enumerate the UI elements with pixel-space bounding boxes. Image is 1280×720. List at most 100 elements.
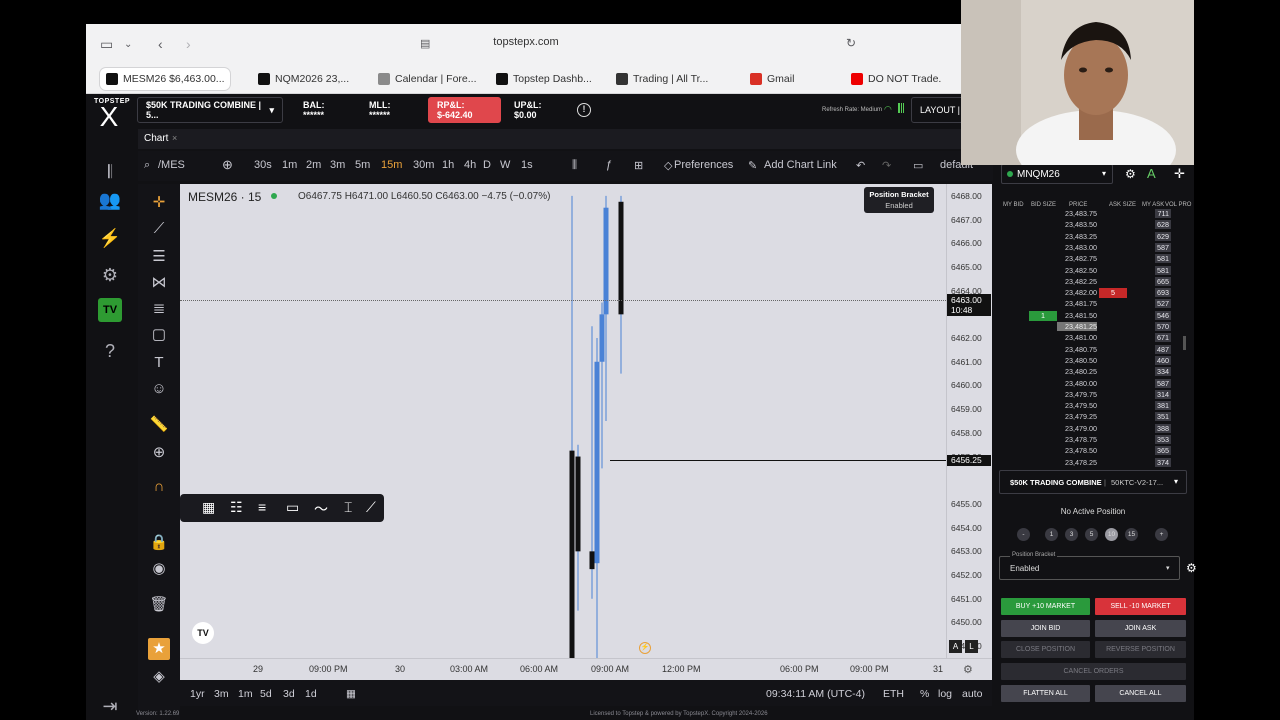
close-tab-icon[interactable]: × <box>172 133 177 143</box>
add-compare-icon[interactable]: ⊕ <box>222 157 233 173</box>
range-button[interactable]: 3d <box>283 688 295 700</box>
position-line[interactable] <box>610 460 946 461</box>
lines-icon[interactable]: ☰ <box>148 246 170 268</box>
fib-icon[interactable]: ≣ <box>148 298 170 320</box>
position-bracket-badge[interactable]: Position Bracket Enabled <box>864 187 934 213</box>
dom-row[interactable]: 23,478.75 353 <box>999 435 1194 446</box>
favorites-star-icon[interactable]: ★ <box>148 638 170 660</box>
dom-row[interactable]: 23,483.50 628 <box>999 220 1194 231</box>
emoji-icon[interactable]: ☺ <box>148 378 170 400</box>
bracket-select[interactable]: Position Bracket Enabled ▾ <box>999 552 1180 580</box>
auto-center-icon[interactable]: A <box>1147 166 1156 181</box>
link-icon[interactable]: ✎ <box>748 159 757 172</box>
range-button[interactable]: 3m <box>214 688 229 700</box>
forward-icon[interactable]: › <box>186 36 191 52</box>
dom-row[interactable]: 23,483.25 629 <box>999 231 1194 243</box>
timeframe-button[interactable]: 15m <box>381 159 402 171</box>
preferences-icon[interactable]: ◇ <box>664 159 672 172</box>
grid-tool-icon[interactable]: ▦ <box>202 499 215 516</box>
flatten-all-button[interactable]: FLATTEN ALL <box>1001 685 1090 702</box>
dom-row[interactable]: 23,483.75 711 <box>999 209 1194 220</box>
range-button[interactable]: 1yr <box>190 688 205 700</box>
range-button[interactable]: 1m <box>238 688 253 700</box>
redo-icon[interactable]: ↷ <box>882 159 891 172</box>
percent-toggle[interactable]: % <box>920 688 929 700</box>
help-icon[interactable]: ? <box>98 339 122 363</box>
symbol-search[interactable]: /MES <box>158 159 185 171</box>
log-toggle[interactable]: log <box>938 688 952 700</box>
date-range-icon[interactable]: ▦ <box>346 688 356 700</box>
tradingview-logo[interactable]: TV <box>192 622 214 644</box>
zoom-icon[interactable]: ⊕ <box>148 442 170 464</box>
text-tool-icon[interactable]: ⌶ <box>344 499 352 516</box>
quantity-button[interactable]: - <box>1017 528 1030 541</box>
clock-display[interactable]: 09:34:11 AM (UTC-4) <box>766 688 865 700</box>
hlines-tool-icon[interactable]: ☷ <box>230 499 243 516</box>
browser-tab[interactable]: Gmail <box>750 68 810 90</box>
dom-row[interactable]: 23,481.00 671 <box>999 333 1194 344</box>
rect-tool-icon[interactable]: ▭ <box>286 499 299 516</box>
fullscreen-icon[interactable]: ▭ <box>913 159 923 172</box>
shapes-icon[interactable]: ▢ <box>148 324 170 346</box>
join-bid-button[interactable]: JOIN BID <box>1001 620 1090 637</box>
templates-icon[interactable]: ⊞ <box>634 159 643 172</box>
fib-tool-icon[interactable]: ≡ <box>258 499 266 515</box>
dom-account-selector[interactable]: $50K TRADING COMBINE | 50KTC-V2-17... ▾ <box>999 470 1187 494</box>
add-chart-link-button[interactable]: Add Chart Link <box>764 159 837 171</box>
timeframe-button[interactable]: 1s <box>521 159 533 171</box>
trash-icon[interactable]: 🗑 <box>148 594 170 616</box>
timeframe-button[interactable]: 4h <box>464 159 476 171</box>
axis-settings-icon[interactable]: ⚙ <box>963 663 973 676</box>
dom-symbol-selector[interactable]: MNQM26 ▾ <box>1001 164 1113 184</box>
dom-row[interactable]: 23,482.25 665 <box>999 276 1194 288</box>
logout-icon[interactable]: ⇥ <box>98 694 122 718</box>
dom-row[interactable]: 23,479.25 351 <box>999 412 1194 423</box>
auto-scale-button[interactable]: A <box>949 640 962 653</box>
timeframe-button[interactable]: 30s <box>254 159 272 171</box>
sidebar-toggle-icon[interactable]: ▭ <box>100 36 113 53</box>
timeframe-button[interactable]: 1h <box>442 159 454 171</box>
quantity-button[interactable]: 1 <box>1045 528 1058 541</box>
pattern-icon[interactable]: ⋈ <box>148 272 170 294</box>
browser-tab[interactable]: Calendar | Fore... <box>378 68 478 90</box>
browser-tab[interactable]: DO NOT Trade... <box>851 68 941 90</box>
layers-icon[interactable]: ◈ <box>148 666 170 688</box>
sell-market-button[interactable]: SELL -10 MARKET <box>1095 598 1186 615</box>
dom-row[interactable]: 23,480.25 334 <box>999 367 1194 378</box>
dom-row[interactable]: 23,482.50 581 <box>999 265 1194 277</box>
analytics-icon[interactable]: ⚡ <box>98 226 122 250</box>
join-ask-button[interactable]: JOIN ASK <box>1095 620 1186 637</box>
text-icon[interactable]: T <box>148 352 170 374</box>
candles-icon[interactable]: 𝄃 <box>98 160 122 184</box>
preferences-button[interactable]: Preferences <box>674 159 733 171</box>
quantity-button[interactable]: 3 <box>1065 528 1078 541</box>
browser-tab[interactable]: MESM26 $6,463.00... <box>100 68 230 90</box>
timeframe-button[interactable]: 1m <box>282 159 297 171</box>
dom-row[interactable]: 23,481.75 527 <box>999 299 1194 310</box>
trendline-icon[interactable]: ⟋ <box>148 218 170 240</box>
chart-plot-area[interactable]: MESM26 · 15 O6467.75 H6471.00 L6460.50 C… <box>180 184 946 658</box>
magnet-icon[interactable]: ∩ <box>148 476 170 498</box>
quantity-button[interactable]: + <box>1155 528 1168 541</box>
dom-scrollbar[interactable] <box>1183 336 1186 350</box>
auto-toggle[interactable]: auto <box>962 688 982 700</box>
dom-row[interactable]: 23,482.75 581 <box>999 254 1194 265</box>
close-position-button[interactable]: CLOSE POSITION <box>1001 641 1090 658</box>
indicators-icon[interactable]: ƒ <box>606 159 612 171</box>
undo-icon[interactable]: ↶ <box>856 159 865 172</box>
bracket-settings-icon[interactable]: ⚙ <box>1186 561 1197 575</box>
timeframe-button[interactable]: 30m <box>413 159 434 171</box>
price-axis[interactable]: 6468.00 6467.00 6466.00 6465.00 6464.00 6462.… <box>946 184 992 658</box>
dom-row[interactable]: 23,483.00 587 <box>999 242 1194 254</box>
quantity-button[interactable]: 5 <box>1085 528 1098 541</box>
dom-row[interactable]: 23,481.50 546 1 <box>999 310 1194 322</box>
tv-live-icon[interactable]: TV <box>98 298 122 322</box>
quantity-button[interactable]: 10 <box>1105 528 1118 541</box>
ruler-icon[interactable]: 📏 <box>148 414 170 436</box>
url-bar[interactable]: topstepx.com <box>416 36 636 48</box>
back-icon[interactable]: ‹ <box>158 36 163 52</box>
buy-market-button[interactable]: BUY +10 MARKET <box>1001 598 1090 615</box>
settings-icon[interactable]: ⚙ <box>98 263 122 287</box>
reverse-position-button[interactable]: REVERSE POSITION <box>1095 641 1186 658</box>
cancel-orders-button[interactable]: CANCEL ORDERS <box>1001 663 1186 680</box>
